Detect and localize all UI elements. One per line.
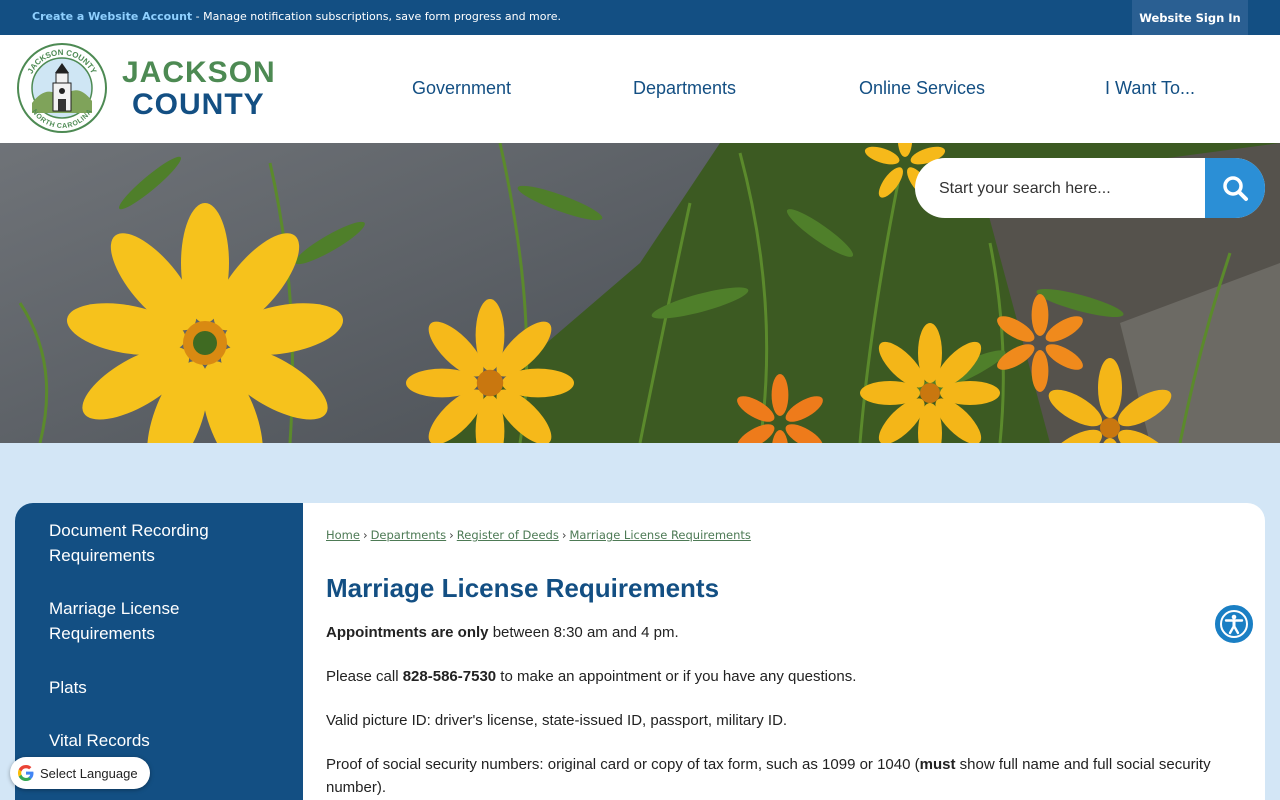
ssn-must: must bbox=[919, 756, 956, 773]
breadcrumb-register-of-deeds[interactable]: Register of Deeds bbox=[457, 528, 559, 542]
breadcrumb-separator: › bbox=[561, 528, 567, 542]
website-sign-in-button[interactable]: Website Sign In bbox=[1132, 0, 1248, 35]
sidebar-item-marriage-license[interactable]: Marriage License Requirements bbox=[49, 596, 249, 646]
phone-post: to make an appointment or if you have an… bbox=[496, 668, 857, 685]
sidebar-item-vital-records[interactable]: Vital Records bbox=[49, 728, 249, 753]
ssn-pre: Proof of social security numbers: origin… bbox=[326, 756, 920, 773]
sidebar-nav: Document Recording Requirements Marriage… bbox=[15, 503, 303, 800]
nav-departments[interactable]: Departments bbox=[633, 78, 736, 99]
breadcrumb-marriage-license[interactable]: Marriage License Requirements bbox=[569, 528, 750, 542]
phone-text: Please call 828-586-7530 to make an appo… bbox=[326, 665, 1246, 688]
breadcrumb-home[interactable]: Home bbox=[326, 528, 360, 542]
appointment-hours-text: Appointments are only between 8:30 am an… bbox=[326, 621, 1246, 644]
breadcrumb-separator: › bbox=[362, 528, 368, 542]
brand-line-2: COUNTY bbox=[132, 88, 265, 121]
account-promo-text: - Manage notification subscriptions, sav… bbox=[192, 10, 562, 23]
page-title: Marriage License Requirements bbox=[326, 573, 720, 603]
social-security-text: Proof of social security numbers: origin… bbox=[326, 753, 1246, 799]
county-seal-logo[interactable]: JACKSON COUNTY NORTH CAROLINA bbox=[17, 43, 107, 133]
google-icon bbox=[18, 765, 34, 781]
phone-pre: Please call bbox=[326, 668, 403, 685]
appointment-hours-bold: Appointments are only bbox=[326, 624, 489, 641]
account-promo: Create a Website Account - Manage notifi… bbox=[32, 10, 561, 23]
breadcrumb-separator: › bbox=[449, 528, 454, 542]
search-button[interactable] bbox=[1205, 158, 1265, 218]
top-bar: Create a Website Account - Manage notifi… bbox=[0, 0, 1280, 35]
search-icon bbox=[1223, 176, 1248, 201]
breadcrumb: Home › Departments › Register of Deeds › Marri… bbox=[326, 528, 751, 542]
accessibility-icon bbox=[1220, 610, 1248, 638]
appointment-hours-rest: between 8:30 am and 4 pm. bbox=[488, 624, 679, 641]
create-account-link[interactable]: Create a Website Account bbox=[32, 10, 192, 23]
nav-government[interactable]: Government bbox=[412, 78, 511, 99]
breadcrumb-departments[interactable]: Departments bbox=[371, 528, 447, 542]
language-selector[interactable]: Select Language bbox=[10, 757, 150, 789]
picture-id-text: Valid picture ID: driver's license, stat… bbox=[326, 712, 788, 729]
sidebar-item-plats[interactable]: Plats bbox=[49, 675, 249, 700]
search-input[interactable] bbox=[937, 172, 1201, 206]
phone-number: 828-586-7530 bbox=[402, 668, 497, 685]
nav-online-services[interactable]: Online Services bbox=[859, 78, 985, 99]
sidebar-item-document-recording[interactable]: Document Recording Requirements bbox=[49, 518, 249, 568]
site-search bbox=[915, 158, 1265, 218]
nav-i-want-to[interactable]: I Want To... bbox=[1105, 78, 1195, 99]
county-brand[interactable]: JACKSON COUNTY bbox=[122, 57, 276, 121]
brand-line-1: JACKSON bbox=[122, 56, 276, 89]
main-content: Home › Departments › Register of Deeds › Marri… bbox=[303, 503, 1265, 800]
language-selector-label: Select Language bbox=[40, 765, 138, 781]
accessibility-button[interactable] bbox=[1213, 603, 1255, 645]
site-header: JACKSON COUNTY NORTH CAROLINA JACKSON CO… bbox=[0, 35, 1280, 143]
